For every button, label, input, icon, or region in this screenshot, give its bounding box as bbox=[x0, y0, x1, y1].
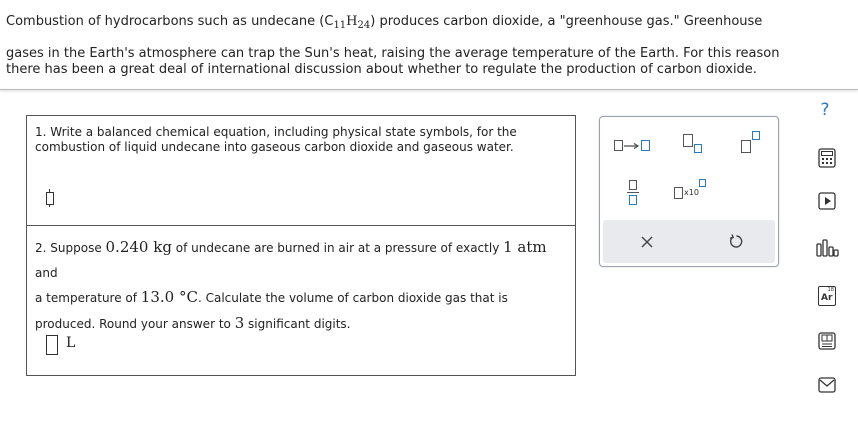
q2-text-2: of undecane are burned in air at a press… bbox=[171, 241, 504, 255]
question-2-text: 2. Suppose 0.240 kg of undecane are burn… bbox=[35, 235, 570, 336]
data-chart-icon[interactable] bbox=[812, 236, 842, 260]
scientific-notation-icon[interactable]: x10 bbox=[674, 179, 714, 201]
textbook-icon[interactable] bbox=[812, 329, 842, 353]
periodic-symbol: Ar bbox=[821, 293, 833, 303]
subscript-24: 24 bbox=[357, 20, 371, 31]
q2-text-4: a temperature of bbox=[35, 291, 141, 305]
clear-icon[interactable] bbox=[641, 236, 653, 248]
palette-action-bar bbox=[603, 220, 775, 263]
fraction-icon[interactable] bbox=[627, 180, 641, 208]
q2-temperature: 13.0 °C bbox=[140, 288, 198, 306]
subscript-11: 11 bbox=[333, 20, 347, 31]
question-1-line-1: 1. Write a balanced chemical equation, i… bbox=[35, 125, 517, 139]
mail-icon[interactable] bbox=[812, 373, 842, 397]
intro-line-1: Combustion of hydrocarbons such as undec… bbox=[6, 10, 851, 38]
question-1-text: 1. Write a balanced chemical equation, i… bbox=[35, 125, 565, 155]
periodic-table-icon[interactable]: 18 Ar bbox=[812, 284, 842, 308]
superscript-icon[interactable] bbox=[741, 131, 765, 153]
equation-answer-input[interactable] bbox=[45, 189, 55, 207]
q2-sigfigs: 3 bbox=[234, 313, 245, 332]
section-divider bbox=[0, 89, 858, 90]
hydrogen-symbol: H bbox=[346, 14, 358, 29]
intro-line-1a: Combustion of hydrocarbons such as undec… bbox=[6, 14, 334, 29]
q2-text-6: produced. Round your answer to bbox=[35, 316, 235, 331]
answer-palette: x10 bbox=[599, 116, 779, 267]
intro-line-3: there has been a great deal of internati… bbox=[6, 62, 757, 77]
volume-answer-input[interactable] bbox=[46, 335, 58, 355]
calculator-icon[interactable] bbox=[812, 146, 842, 170]
volume-unit-label: L bbox=[66, 335, 76, 351]
answer-placeholder-box bbox=[46, 192, 54, 205]
q2-text-1: 2. Suppose bbox=[35, 241, 106, 255]
x10-label: x10 bbox=[684, 188, 699, 197]
side-toolbar: 18 Ar bbox=[812, 98, 842, 408]
video-icon[interactable] bbox=[812, 189, 842, 213]
question-1-section: 1. Write a balanced chemical equation, i… bbox=[27, 116, 575, 226]
arrow-reaction-icon[interactable] bbox=[614, 137, 654, 153]
intro-line-1b: ) produces carbon dioxide, a "greenhouse… bbox=[370, 14, 763, 29]
q2-mass: 0.240 kg bbox=[105, 238, 172, 256]
intro-line-2: gases in the Earth's atmosphere can trap… bbox=[6, 46, 780, 61]
subscript-icon[interactable] bbox=[683, 134, 707, 156]
undo-icon[interactable] bbox=[729, 234, 744, 249]
intro-text: Combustion of hydrocarbons such as undec… bbox=[6, 10, 851, 78]
q2-text-3: and bbox=[35, 265, 58, 280]
q2-text-7: significant digits. bbox=[244, 316, 351, 331]
q2-pressure: 1 atm bbox=[503, 238, 547, 256]
question-1-line-2: combustion of liquid undecane into gaseo… bbox=[35, 140, 514, 154]
question-box: 1. Write a balanced chemical equation, i… bbox=[26, 115, 576, 376]
q2-text-5: . Calculate the volume of carbon dioxide… bbox=[197, 291, 508, 305]
